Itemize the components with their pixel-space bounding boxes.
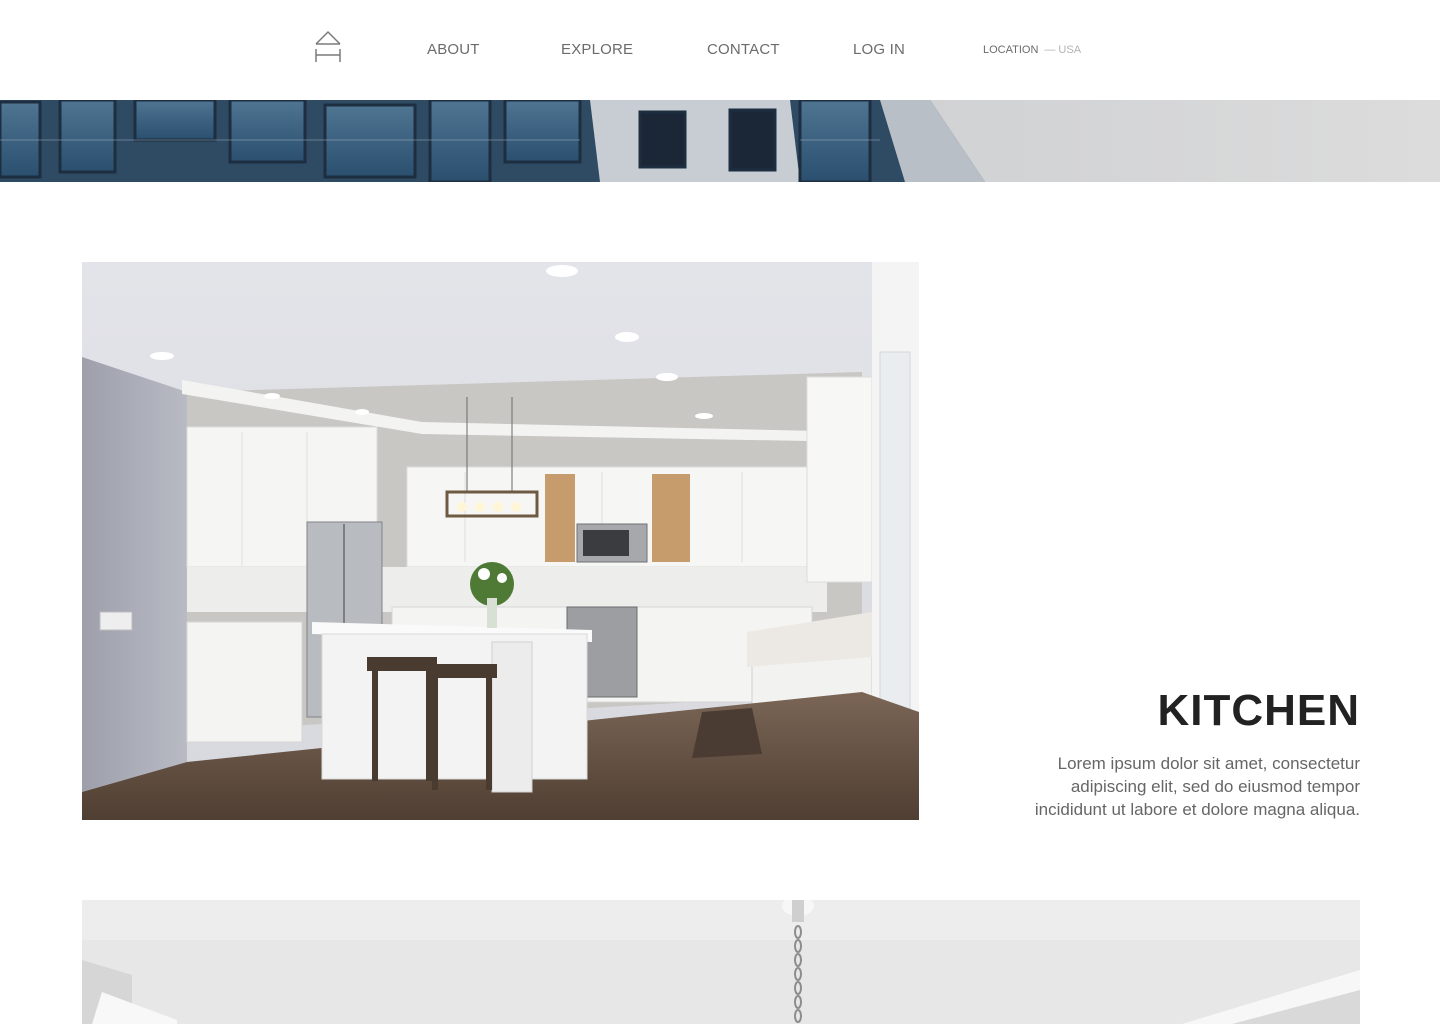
location-separator: — — [1044, 44, 1056, 56]
kitchen-interior-image — [82, 262, 919, 820]
location-selector[interactable]: LOCATION — USA — [983, 44, 1081, 57]
location-label: LOCATION — [983, 44, 1039, 56]
ceiling-pendant-image — [82, 900, 1360, 1024]
house-logo-icon[interactable] — [312, 28, 344, 64]
feature-description: Lorem ipsum dolor sit amet, consectetur … — [1034, 754, 1360, 819]
nav-link-explore[interactable]: EXPLORE — [561, 41, 633, 59]
nav-link-contact[interactable]: CONTACT — [707, 41, 780, 59]
nav-link-about[interactable]: ABOUT — [427, 41, 480, 59]
building-facade-banner — [0, 100, 1440, 182]
top-navigation: ABOUT EXPLORE CONTACT LOG IN LOCATION — US… — [0, 0, 1440, 100]
location-value: USA — [1058, 44, 1082, 56]
feature-title: KITCHEN — [1157, 686, 1360, 735]
nav-link-log-in[interactable]: LOG IN — [853, 41, 905, 59]
